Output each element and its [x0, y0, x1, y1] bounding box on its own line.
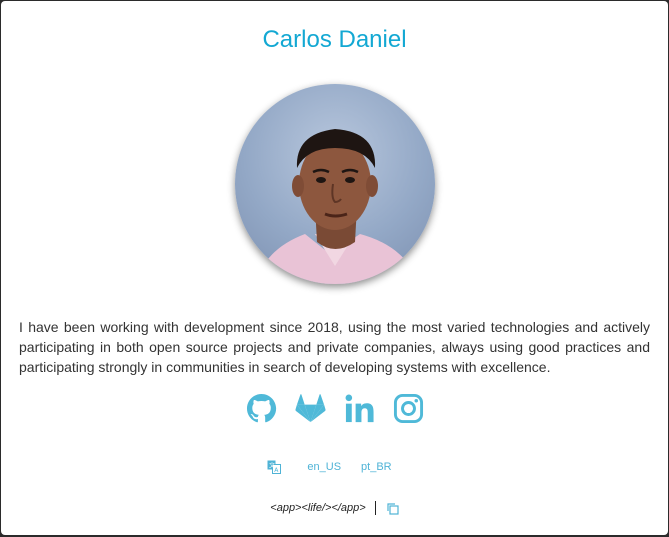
github-icon: [246, 393, 276, 423]
text-cursor: [374, 501, 376, 515]
profile-avatar: [235, 84, 435, 284]
footer: <app><life/></app>: [1, 501, 668, 515]
profile-card: Carlos Daniel I have been working with d: [1, 1, 668, 535]
translate-icon: 文 A: [267, 460, 282, 474]
footer-tag: <app><life/></app>: [270, 502, 366, 514]
gitlab-link[interactable]: [294, 393, 326, 424]
instagram-link[interactable]: [393, 393, 424, 424]
linkedin-link[interactable]: [344, 393, 375, 424]
instagram-icon: [393, 393, 423, 424]
github-link[interactable]: [246, 393, 277, 424]
gitlab-icon: [294, 394, 326, 423]
lang-en-us[interactable]: en_US: [307, 461, 341, 473]
profile-bio: I have been working with development sin…: [19, 319, 650, 375]
language-switcher: 文 A en_US pt_BR: [1, 460, 668, 474]
linkedin-icon: [345, 394, 374, 423]
copy-icon[interactable]: [386, 502, 399, 515]
avatar-portrait: [255, 129, 420, 284]
profile-name: Carlos Daniel: [262, 26, 407, 53]
social-links: [1, 393, 668, 424]
lang-pt-br[interactable]: pt_BR: [361, 461, 392, 473]
